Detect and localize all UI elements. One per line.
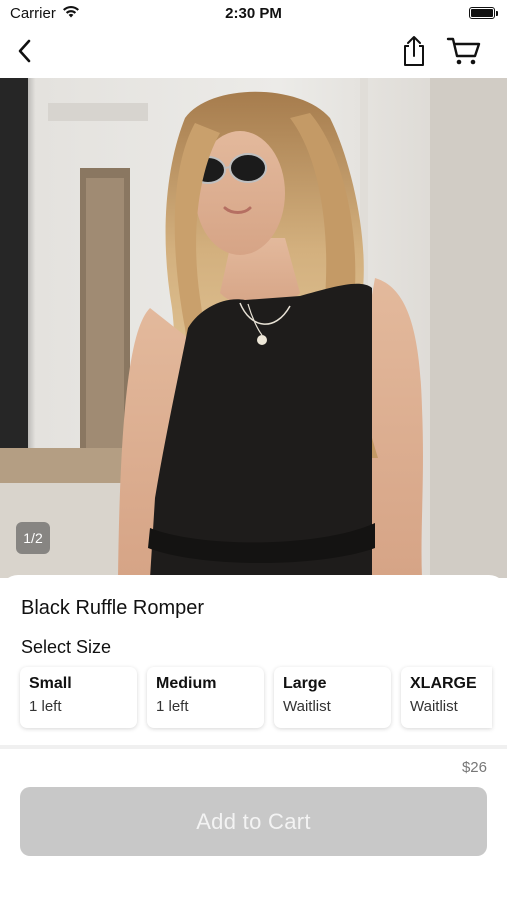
status-time: 2:30 PM bbox=[225, 5, 282, 22]
chevron-left-icon bbox=[15, 38, 35, 69]
navigation-bar bbox=[0, 28, 507, 78]
share-button[interactable] bbox=[397, 35, 431, 72]
size-option-small[interactable]: Small 1 left bbox=[20, 667, 137, 728]
size-option-xlarge[interactable]: XLARGE Waitlist bbox=[401, 667, 492, 728]
product-photo bbox=[0, 78, 507, 578]
size-option-medium[interactable]: Medium 1 left bbox=[147, 667, 264, 728]
size-stock-status: Waitlist bbox=[410, 698, 458, 715]
size-name: XLARGE bbox=[410, 675, 477, 692]
back-button[interactable] bbox=[8, 36, 42, 70]
size-stock-status: 1 left bbox=[156, 698, 189, 715]
size-name: Small bbox=[29, 675, 72, 692]
size-options: Small 1 left Medium 1 left Large Waitlis… bbox=[20, 667, 492, 728]
share-icon bbox=[400, 35, 428, 72]
size-option-large[interactable]: Large Waitlist bbox=[274, 667, 391, 728]
image-page-indicator: 1/2 bbox=[16, 522, 50, 554]
size-name: Large bbox=[283, 675, 327, 692]
product-details-sheet: Black Ruffle Romper Select Size Small 1 … bbox=[0, 575, 507, 900]
size-name: Medium bbox=[156, 675, 217, 692]
size-stock-status: Waitlist bbox=[283, 698, 331, 715]
cart-button[interactable] bbox=[444, 36, 484, 70]
size-stock-status: 1 left bbox=[29, 698, 62, 715]
product-title: Black Ruffle Romper bbox=[21, 597, 205, 619]
add-to-cart-button[interactable]: Add to Cart bbox=[20, 787, 487, 856]
product-price: $26 bbox=[461, 759, 487, 776]
status-bar: Carrier 2:30 PM bbox=[0, 0, 507, 28]
shopping-cart-icon bbox=[446, 36, 482, 71]
section-divider bbox=[0, 745, 507, 749]
battery-icon bbox=[469, 7, 498, 19]
product-image-gallery[interactable]: 1/2 bbox=[0, 78, 507, 578]
size-section-heading: Select Size bbox=[21, 637, 112, 657]
